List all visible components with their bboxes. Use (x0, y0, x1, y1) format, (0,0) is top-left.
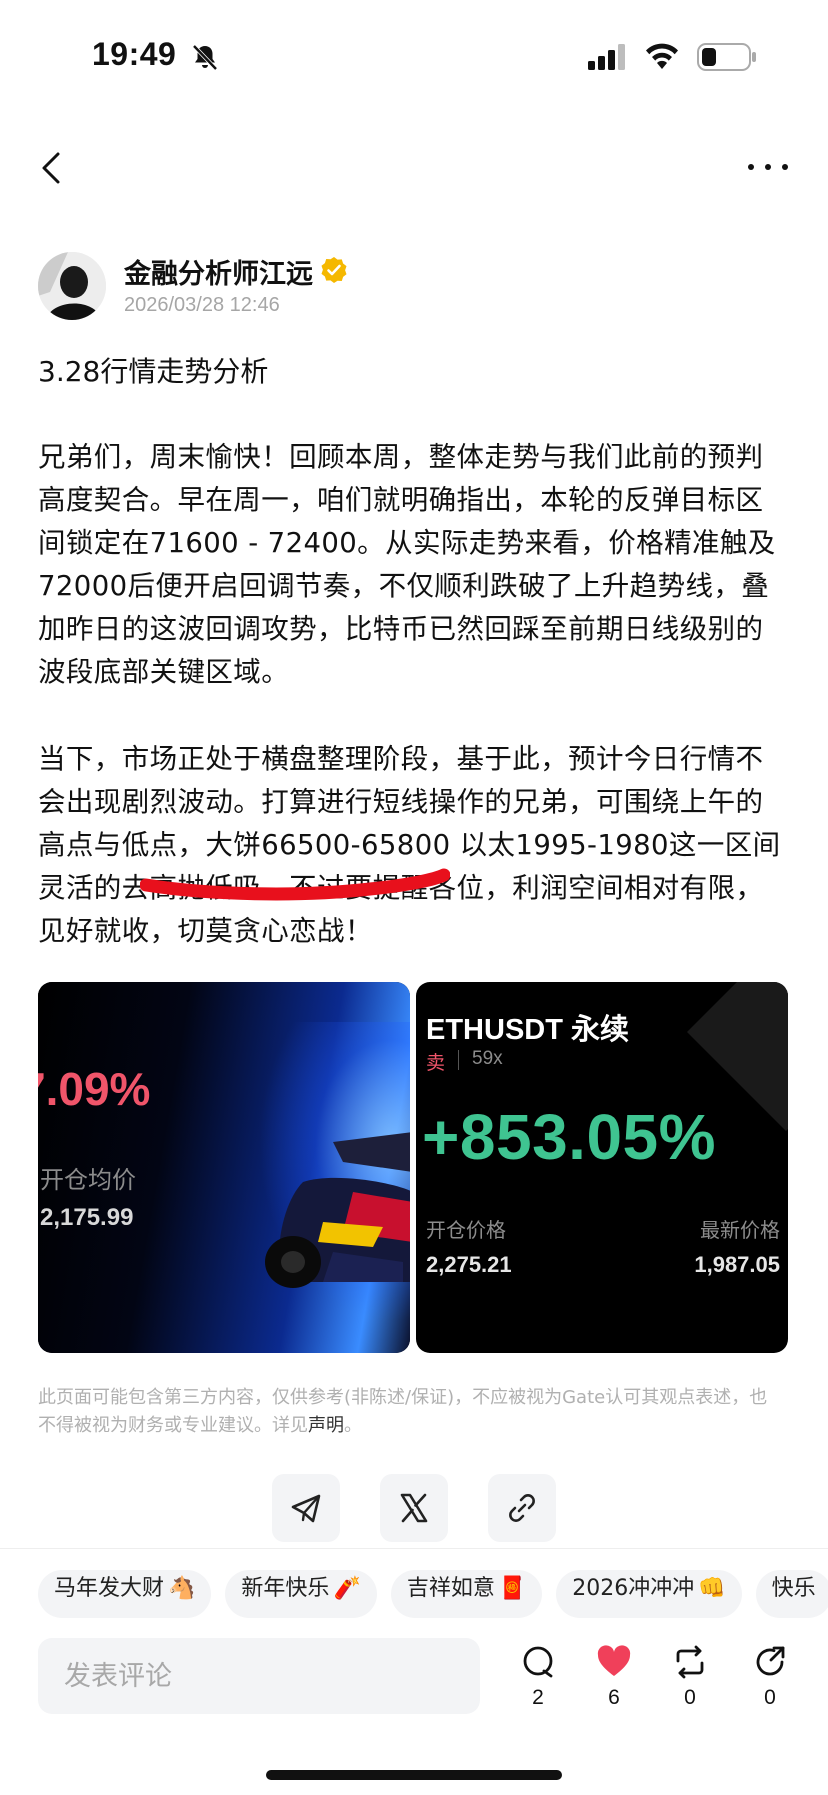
more-icon[interactable] (746, 160, 790, 174)
signal-icon (588, 44, 625, 70)
horse-emoji-icon: 🐴 (168, 1576, 196, 1601)
avatar-image (38, 252, 106, 320)
battery-icon (697, 43, 756, 71)
repost-icon (676, 1645, 704, 1679)
pnl-percentage-large: +853.05% (422, 1101, 717, 1173)
race-car-graphic (265, 1132, 410, 1288)
open-price-label: 开仓价格 (426, 1218, 506, 1242)
avg-price-label: 开仓均价 (40, 1166, 136, 1194)
red-envelope-emoji-icon: 🧧 (498, 1576, 527, 1601)
status-time: 19:49 (92, 36, 177, 72)
side-tag: 卖 (426, 1052, 446, 1074)
tag-item[interactable]: 马年发大财 🐴 (38, 1570, 212, 1618)
disclaimer-end: 。 (344, 1415, 362, 1436)
post-paragraph-1: 兄弟们，周末愉快！回顾本周，整体走势与我们此前的预判高度契合。早在周一，咱们就明… (38, 441, 776, 688)
heart-icon (597, 1645, 631, 1676)
leverage-tag: 59x (472, 1048, 503, 1069)
telegram-icon (291, 1494, 321, 1523)
comment-input[interactable] (38, 1638, 480, 1714)
tag-label: 2026冲冲冲 (572, 1576, 695, 1601)
tag-item[interactable]: 快乐 (755, 1570, 828, 1618)
tag-label: 快乐 (771, 1576, 816, 1601)
divider (0, 1548, 828, 1549)
repost-action[interactable]: 0 (660, 1644, 720, 1710)
back-icon[interactable] (36, 148, 68, 188)
tag-label: 新年快乐 (241, 1576, 330, 1601)
disclaimer-text: 此页面可能包含第三方内容，仅供参考(非陈述/保证)，不应被视为Gate认可其观点… (38, 1387, 768, 1436)
post-title: 3.28行情走势分析 (38, 355, 269, 388)
pnl-percentage: 7.09% (38, 1063, 151, 1115)
link-icon (509, 1494, 535, 1522)
comment-count: 2 (532, 1686, 544, 1709)
like-count: 6 (608, 1686, 620, 1709)
pair-symbol: ETHUSDT (426, 1014, 563, 1046)
share-count: 0 (764, 1686, 776, 1709)
pair-title: ETHUSDT 永续 (426, 1006, 629, 1048)
post-image-left[interactable]: 7.09% 开仓均价 2,175.99 (38, 982, 410, 1353)
tag-item[interactable]: 2026冲冲冲 👊 (556, 1570, 742, 1618)
fist-emoji-icon: 👊 (698, 1576, 726, 1601)
share-telegram-button[interactable] (272, 1474, 340, 1542)
post-image-right[interactable]: ETHUSDT 永续 卖 59x +853.05% 开仓价格 2,275.21 … (416, 982, 788, 1353)
home-indicator[interactable] (266, 1770, 562, 1780)
post-paragraph-2: 当下，市场正处于横盘整理阶段，基于此，预计今日行情不会出现剧烈波动。打算进行短线… (38, 743, 781, 947)
red-annotation-stroke (140, 868, 450, 901)
tag-label: 马年发大财 (54, 1576, 165, 1601)
like-action[interactable]: 6 (584, 1644, 644, 1710)
share-x-button[interactable] (380, 1474, 448, 1542)
tag-label: 吉祥如意 (406, 1576, 495, 1601)
firecracker-emoji-icon: 🧨 (333, 1576, 361, 1601)
verified-badge-icon (321, 257, 347, 283)
share-action[interactable]: 0 (740, 1644, 800, 1710)
comment-icon (523, 1646, 553, 1678)
x-icon (400, 1493, 428, 1523)
author-name[interactable]: 金融分析师江远 (124, 252, 313, 291)
bell-muted-icon (192, 44, 218, 71)
tag-item[interactable]: 吉祥如意 🧧 (390, 1570, 543, 1618)
status-bar: 19:49 (0, 0, 828, 110)
contract-type: 永续 (571, 1012, 630, 1046)
last-price-label: 最新价格 (700, 1218, 780, 1242)
wifi-icon (646, 43, 678, 69)
copy-link-button[interactable] (488, 1474, 556, 1542)
open-price-value: 2,275.21 (426, 1252, 512, 1277)
disclaimer-link[interactable]: 声明 (308, 1415, 344, 1436)
tag-separator (458, 1050, 459, 1070)
disclaimer: 此页面可能包含第三方内容，仅供参考(非陈述/保证)，不应被视为Gate认可其观点… (38, 1384, 768, 1440)
tag-row: 马年发大财 🐴 新年快乐 🧨 吉祥如意 🧧 2026冲冲冲 👊 快乐 (38, 1570, 828, 1622)
last-price-value: 1,987.05 (694, 1252, 780, 1277)
share-icon (756, 1646, 785, 1676)
comment-action[interactable]: 2 (508, 1644, 568, 1710)
post-timestamp: 2026/03/28 12:46 (124, 294, 280, 316)
avg-price-value: 2,175.99 (40, 1204, 134, 1231)
avatar[interactable] (38, 252, 106, 320)
tag-item[interactable]: 新年快乐 🧨 (225, 1570, 377, 1618)
repost-count: 0 (684, 1686, 696, 1709)
